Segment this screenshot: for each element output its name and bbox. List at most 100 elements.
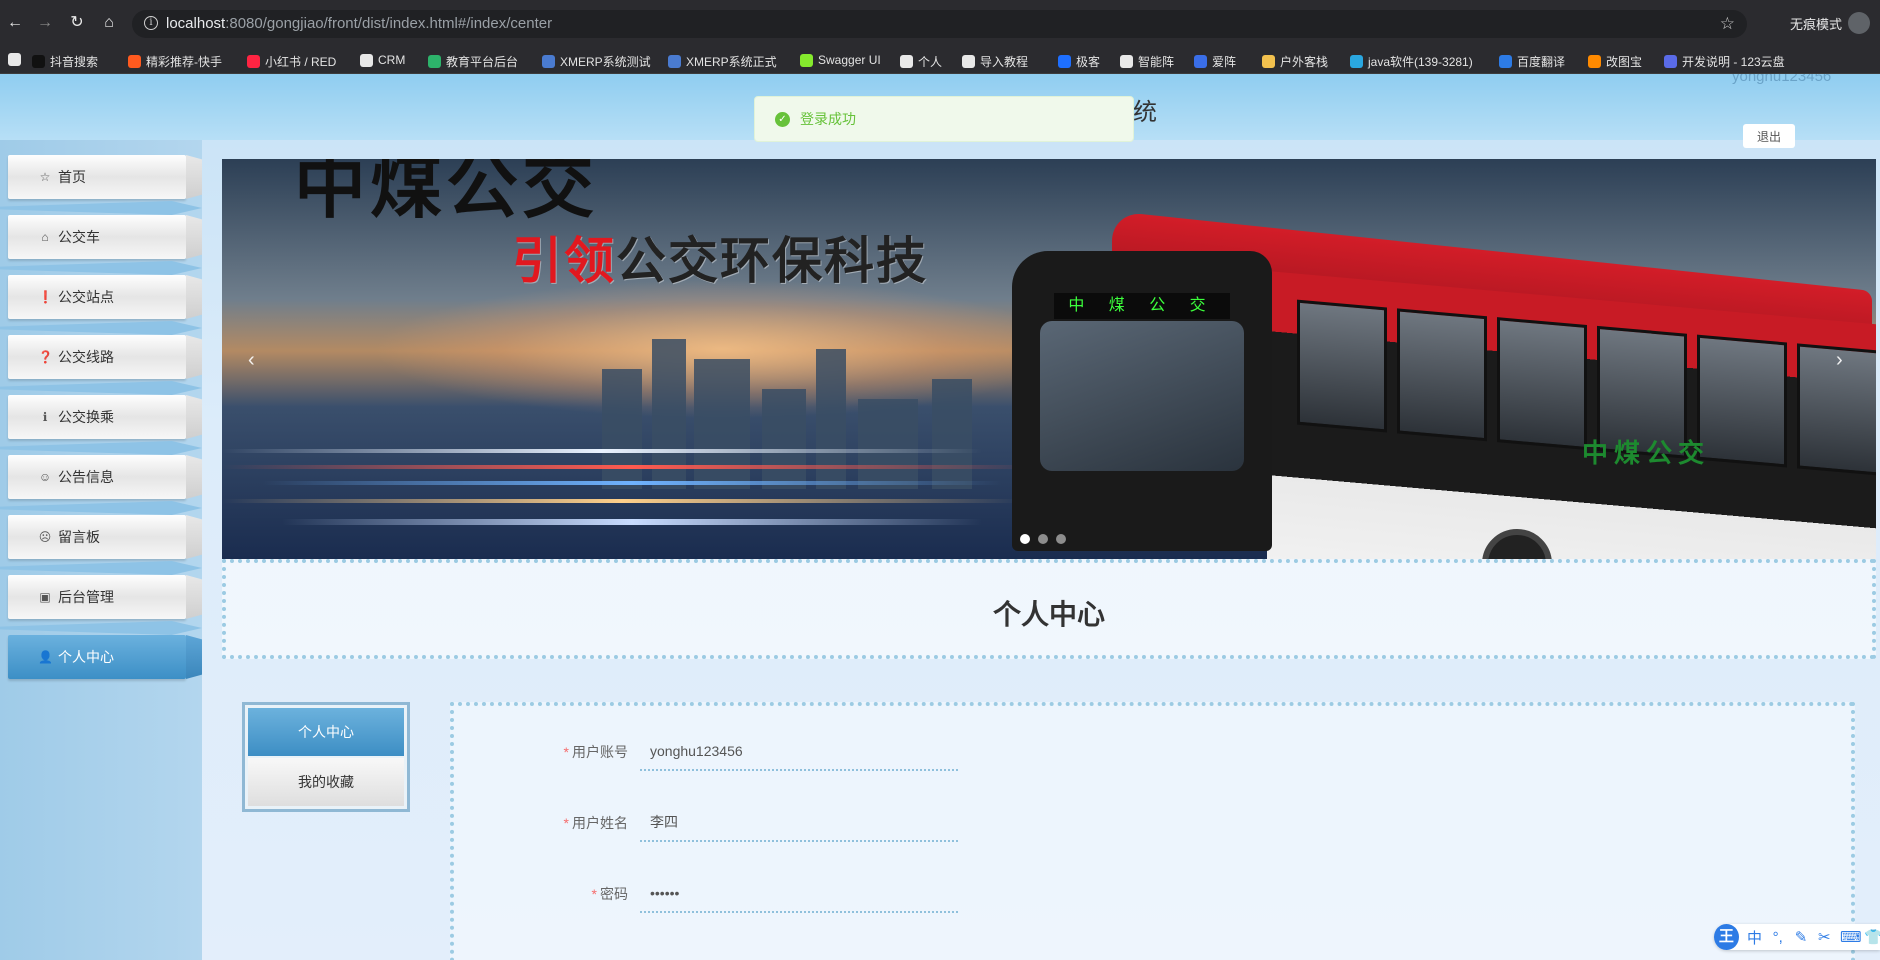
bookmark-favicon-icon: [32, 55, 45, 68]
center-sub-menu: 个人中心 我的收藏: [242, 702, 410, 812]
bookmark-label: 小红书 / RED: [265, 55, 337, 69]
form-row: * 用户账号: [514, 732, 958, 772]
bookmark-item[interactable]: 开发说明 - 123云盘: [1664, 53, 1785, 70]
bookmark-label: 改图宝: [1606, 55, 1643, 69]
name-input[interactable]: [640, 804, 958, 842]
bookmark-item[interactable]: 户外客栈: [1262, 53, 1328, 70]
bookmark-item[interactable]: 极客: [1058, 53, 1100, 70]
ime-logo[interactable]: 王: [1714, 924, 1739, 950]
sidebar-item-label: 公交线路: [58, 349, 114, 365]
sidebar-item[interactable]: ❓ 公交线路: [8, 335, 186, 379]
carousel-indicators: [1020, 534, 1066, 544]
bookmarks-apps-icon[interactable]: [8, 53, 21, 66]
address-bar[interactable]: i localhost:8080/gongjiao/front/dist/ind…: [132, 10, 1747, 38]
account-input[interactable]: [640, 733, 958, 771]
sidebar-divider: [0, 441, 202, 455]
sidebar-item[interactable]: ❗ 公交站点: [8, 275, 186, 319]
sidebar-item[interactable]: ▣ 后台管理: [8, 575, 186, 619]
forward-icon[interactable]: →: [36, 14, 54, 32]
bookmark-item[interactable]: Swagger UI: [800, 53, 881, 67]
pen-icon[interactable]: ✎: [1793, 928, 1808, 946]
bookmark-favicon-icon: [800, 53, 813, 67]
bookmark-favicon-icon: [1499, 55, 1512, 68]
reload-icon[interactable]: ↻: [68, 14, 86, 32]
back-icon[interactable]: ←: [6, 14, 24, 32]
bookmark-favicon-icon: [1350, 55, 1363, 68]
keyboard-icon[interactable]: ⌨: [1840, 928, 1862, 946]
bookmark-favicon-icon: [962, 55, 975, 68]
home-icon[interactable]: ⌂: [100, 14, 118, 32]
bookmark-item[interactable]: CRM: [360, 53, 405, 67]
bookmark-label: Swagger UI: [818, 53, 881, 67]
bookmark-item[interactable]: 小红书 / RED: [247, 53, 336, 70]
bookmark-favicon-icon: [1664, 55, 1677, 68]
sidebar-divider: [0, 561, 202, 575]
bookmark-item[interactable]: 智能阵: [1120, 53, 1174, 70]
form-label: * 用户姓名: [514, 813, 640, 833]
sidebar-item[interactable]: ☹ 留言板: [8, 515, 186, 559]
logout-button[interactable]: 退出: [1743, 124, 1795, 148]
ime-toolbar: 王 中 °, ✎ ✂ ⌨ 👕: [1714, 924, 1880, 950]
skin-icon[interactable]: 👕: [1864, 928, 1880, 946]
bookmark-item[interactable]: 爱阵: [1194, 53, 1236, 70]
bookmark-item[interactable]: 导入教程: [962, 53, 1028, 70]
bookmark-item[interactable]: XMERP系统测试: [542, 53, 651, 70]
carousel-dot[interactable]: [1056, 534, 1066, 544]
bookmark-item[interactable]: 教育平台后台: [428, 53, 518, 70]
bookmark-favicon-icon: [247, 55, 260, 68]
sidebar-divider: [0, 381, 202, 395]
sidebar-item[interactable]: 👤 个人中心: [8, 635, 186, 679]
bookmark-favicon-icon: [1194, 55, 1207, 68]
banner-slogan: 引领公交环保科技: [512, 232, 928, 290]
password-input[interactable]: [640, 875, 958, 913]
briefcase-icon: ▣: [39, 590, 51, 604]
sidebar-item[interactable]: ☆ 首页: [8, 155, 186, 199]
form-label-text: 密码: [600, 886, 628, 902]
url-text[interactable]: localhost:8080/gongjiao/front/dist/index…: [166, 15, 552, 32]
form-label: * 用户账号: [514, 742, 640, 762]
carousel-prev-icon[interactable]: ‹: [248, 349, 255, 372]
incognito-label[interactable]: 无痕模式: [1790, 14, 1842, 33]
banner-carousel: 中煤公交 引领公交环保科技 中 煤 公 交 中煤公交 ‹ ›: [222, 159, 1876, 559]
bookmark-label: 开发说明 - 123云盘: [1682, 55, 1785, 69]
bookmark-item[interactable]: 百度翻译: [1499, 53, 1565, 70]
bag-icon: ⌂: [41, 230, 49, 244]
scissors-icon[interactable]: ✂: [1817, 928, 1832, 946]
chinese-mode-icon[interactable]: 中: [1747, 927, 1762, 948]
sidebar-item[interactable]: ℹ 公交换乘: [8, 395, 186, 439]
question-circle-icon: ❓: [38, 350, 53, 364]
sidebar-item-label: 首页: [58, 169, 86, 185]
sidebar-item-label: 公交站点: [58, 289, 114, 305]
bookmark-label: 智能阵: [1138, 55, 1175, 69]
bookmark-item[interactable]: 个人: [900, 53, 942, 70]
punctuation-icon[interactable]: °,: [1770, 929, 1785, 946]
bookmark-label: XMERP系统正式: [686, 55, 777, 69]
bookmark-favicon-icon: [128, 55, 141, 68]
sidebar-item[interactable]: ☺ 公告信息: [8, 455, 186, 499]
carousel-dot[interactable]: [1038, 534, 1048, 544]
bookmark-item[interactable]: 改图宝: [1588, 53, 1642, 70]
sidebar-divider: [0, 621, 202, 635]
bookmark-label: XMERP系统测试: [560, 55, 651, 69]
info-circle-icon: ℹ: [42, 410, 48, 424]
alert-circle-icon: ❗: [38, 290, 53, 304]
sidebar-item[interactable]: ⌂ 公交车: [8, 215, 186, 259]
bookmark-item[interactable]: 精彩推荐-快手: [128, 53, 222, 70]
bookmark-star-icon[interactable]: ☆: [1720, 14, 1735, 34]
carousel-next-icon[interactable]: ›: [1836, 349, 1843, 372]
bookmark-favicon-icon: [900, 55, 913, 68]
site-title: 统: [1133, 99, 1157, 126]
bookmark-label: 抖音搜索: [50, 55, 99, 69]
bookmark-favicon-icon: [428, 55, 441, 68]
bookmark-item[interactable]: XMERP系统正式: [668, 53, 777, 70]
site-info-icon[interactable]: i: [144, 16, 158, 30]
sidebar-divider: [0, 261, 202, 275]
form-row: * 密码: [514, 874, 958, 914]
sub-menu-profile[interactable]: 个人中心: [248, 708, 404, 756]
carousel-dot[interactable]: [1020, 534, 1030, 544]
bookmark-item[interactable]: java软件(139-3281): [1350, 53, 1473, 70]
sub-menu-favorites[interactable]: 我的收藏: [248, 758, 404, 806]
bookmark-item[interactable]: 抖音搜索: [32, 53, 98, 70]
incognito-avatar[interactable]: [1848, 12, 1870, 34]
form-label-text: 用户姓名: [572, 815, 628, 831]
